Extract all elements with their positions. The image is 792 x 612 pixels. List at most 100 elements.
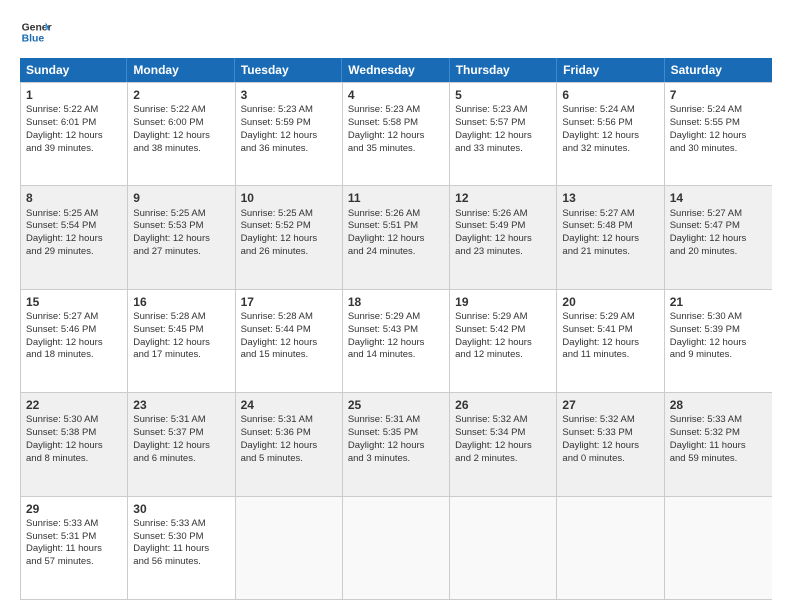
day-number: 14 [670, 190, 767, 206]
day-info-line: and 32 minutes. [562, 143, 658, 156]
day-info-line: and 2 minutes. [455, 453, 551, 466]
day-info-line: Sunset: 5:54 PM [26, 220, 122, 233]
day-info-line: Sunset: 5:33 PM [562, 427, 658, 440]
day-info-line: Daylight: 12 hours [241, 440, 337, 453]
day-info-line: Sunset: 5:46 PM [26, 324, 122, 337]
calendar-row-3: 15Sunrise: 5:27 AMSunset: 5:46 PMDayligh… [21, 289, 772, 392]
day-cell-9: 9Sunrise: 5:25 AMSunset: 5:53 PMDaylight… [128, 186, 235, 288]
day-info-line: Sunrise: 5:27 AM [562, 208, 658, 221]
day-number: 29 [26, 501, 122, 517]
day-info-line: Sunrise: 5:33 AM [133, 518, 229, 531]
day-info-line: Daylight: 12 hours [133, 440, 229, 453]
day-cell-7: 7Sunrise: 5:24 AMSunset: 5:55 PMDaylight… [665, 83, 772, 185]
day-info-line: Sunrise: 5:23 AM [455, 104, 551, 117]
day-info-line: Sunrise: 5:24 AM [670, 104, 767, 117]
day-cell-15: 15Sunrise: 5:27 AMSunset: 5:46 PMDayligh… [21, 290, 128, 392]
day-info-line: Sunrise: 5:32 AM [562, 414, 658, 427]
day-info-line: Sunset: 5:47 PM [670, 220, 767, 233]
header-day-thursday: Thursday [450, 58, 557, 82]
empty-cell [450, 497, 557, 599]
day-info-line: Sunrise: 5:30 AM [670, 311, 767, 324]
day-info-line: Daylight: 12 hours [670, 337, 767, 350]
day-info-line: Sunrise: 5:29 AM [348, 311, 444, 324]
day-info-line: Daylight: 12 hours [562, 440, 658, 453]
day-info-line: and 17 minutes. [133, 349, 229, 362]
day-info-line: Daylight: 12 hours [133, 337, 229, 350]
day-cell-16: 16Sunrise: 5:28 AMSunset: 5:45 PMDayligh… [128, 290, 235, 392]
day-info-line: Daylight: 12 hours [455, 337, 551, 350]
logo-icon: General Blue [20, 16, 52, 48]
day-info-line: and 11 minutes. [562, 349, 658, 362]
day-info-line: Sunset: 5:41 PM [562, 324, 658, 337]
day-info-line: Sunset: 5:51 PM [348, 220, 444, 233]
day-cell-23: 23Sunrise: 5:31 AMSunset: 5:37 PMDayligh… [128, 393, 235, 495]
day-info-line: Sunset: 5:35 PM [348, 427, 444, 440]
day-info-line: and 27 minutes. [133, 246, 229, 259]
day-info-line: Sunrise: 5:25 AM [241, 208, 337, 221]
day-number: 1 [26, 87, 122, 103]
header-day-saturday: Saturday [665, 58, 772, 82]
day-cell-13: 13Sunrise: 5:27 AMSunset: 5:48 PMDayligh… [557, 186, 664, 288]
day-info-line: Sunrise: 5:22 AM [26, 104, 122, 117]
day-number: 30 [133, 501, 229, 517]
day-info-line: and 14 minutes. [348, 349, 444, 362]
calendar-body: 1Sunrise: 5:22 AMSunset: 6:01 PMDaylight… [20, 82, 772, 600]
day-info-line: Daylight: 12 hours [670, 233, 767, 246]
day-cell-24: 24Sunrise: 5:31 AMSunset: 5:36 PMDayligh… [236, 393, 343, 495]
day-number: 24 [241, 397, 337, 413]
day-info-line: and 24 minutes. [348, 246, 444, 259]
day-info-line: and 29 minutes. [26, 246, 122, 259]
day-cell-11: 11Sunrise: 5:26 AMSunset: 5:51 PMDayligh… [343, 186, 450, 288]
day-info-line: Sunset: 5:45 PM [133, 324, 229, 337]
empty-cell [665, 497, 772, 599]
day-info-line: Sunset: 5:30 PM [133, 531, 229, 544]
day-info-line: Daylight: 12 hours [241, 130, 337, 143]
day-info-line: Sunset: 5:31 PM [26, 531, 122, 544]
day-number: 3 [241, 87, 337, 103]
day-info-line: Sunrise: 5:33 AM [670, 414, 767, 427]
day-info-line: Sunrise: 5:28 AM [241, 311, 337, 324]
day-info-line: and 8 minutes. [26, 453, 122, 466]
day-cell-12: 12Sunrise: 5:26 AMSunset: 5:49 PMDayligh… [450, 186, 557, 288]
day-number: 9 [133, 190, 229, 206]
day-info-line: Sunset: 5:56 PM [562, 117, 658, 130]
day-cell-26: 26Sunrise: 5:32 AMSunset: 5:34 PMDayligh… [450, 393, 557, 495]
day-info-line: Sunrise: 5:29 AM [455, 311, 551, 324]
day-info-line: Sunrise: 5:30 AM [26, 414, 122, 427]
day-number: 4 [348, 87, 444, 103]
day-number: 25 [348, 397, 444, 413]
day-info-line: and 20 minutes. [670, 246, 767, 259]
day-number: 23 [133, 397, 229, 413]
day-info-line: Daylight: 12 hours [26, 233, 122, 246]
day-info-line: Daylight: 12 hours [455, 130, 551, 143]
day-info-line: Daylight: 12 hours [348, 440, 444, 453]
day-info-line: Sunrise: 5:31 AM [133, 414, 229, 427]
header: General Blue [20, 16, 772, 48]
day-info-line: Daylight: 12 hours [455, 440, 551, 453]
day-info-line: Sunset: 5:55 PM [670, 117, 767, 130]
header-day-monday: Monday [127, 58, 234, 82]
day-info-line: Sunrise: 5:28 AM [133, 311, 229, 324]
day-info-line: and 36 minutes. [241, 143, 337, 156]
day-info-line: Daylight: 12 hours [562, 130, 658, 143]
day-info-line: and 57 minutes. [26, 556, 122, 569]
day-info-line: Sunset: 5:38 PM [26, 427, 122, 440]
day-info-line: and 12 minutes. [455, 349, 551, 362]
day-number: 28 [670, 397, 767, 413]
day-cell-30: 30Sunrise: 5:33 AMSunset: 5:30 PMDayligh… [128, 497, 235, 599]
day-info-line: Daylight: 11 hours [133, 543, 229, 556]
header-day-tuesday: Tuesday [235, 58, 342, 82]
day-info-line: Sunrise: 5:27 AM [26, 311, 122, 324]
day-info-line: and 21 minutes. [562, 246, 658, 259]
calendar-header: SundayMondayTuesdayWednesdayThursdayFrid… [20, 58, 772, 82]
day-number: 17 [241, 294, 337, 310]
day-cell-6: 6Sunrise: 5:24 AMSunset: 5:56 PMDaylight… [557, 83, 664, 185]
day-info-line: and 59 minutes. [670, 453, 767, 466]
day-info-line: Daylight: 12 hours [241, 337, 337, 350]
day-number: 2 [133, 87, 229, 103]
day-info-line: Sunset: 5:34 PM [455, 427, 551, 440]
day-info-line: Daylight: 12 hours [133, 233, 229, 246]
day-cell-20: 20Sunrise: 5:29 AMSunset: 5:41 PMDayligh… [557, 290, 664, 392]
day-info-line: Daylight: 12 hours [133, 130, 229, 143]
day-info-line: Daylight: 12 hours [26, 130, 122, 143]
